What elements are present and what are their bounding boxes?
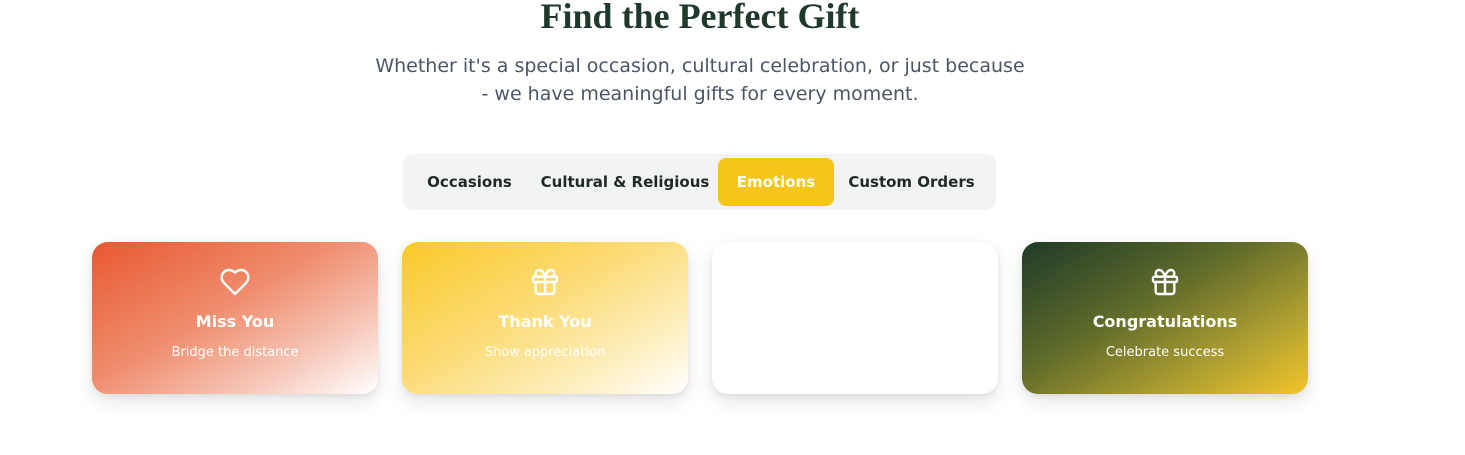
tab-emotions[interactable]: Emotions xyxy=(718,158,834,206)
card-title: Miss You xyxy=(195,312,275,331)
card-subtitle: Celebrate success xyxy=(1105,345,1225,360)
card-title: Thank You xyxy=(498,312,592,331)
gift-icon xyxy=(1149,266,1181,298)
gift-icon xyxy=(529,266,561,298)
card-congratulations[interactable]: Congratulations Celebrate success xyxy=(1022,242,1308,394)
card-title: Congratulations xyxy=(1092,312,1238,331)
category-tabs: Occasions Cultural & Religious Emotions … xyxy=(403,154,996,210)
page-title: Find the Perfect Gift xyxy=(540,0,860,36)
tab-cultural-religious[interactable]: Cultural & Religious xyxy=(532,158,718,206)
card-blank[interactable] xyxy=(712,242,998,394)
heart-icon xyxy=(219,266,251,298)
card-miss-you[interactable]: Miss You Bridge the distance xyxy=(92,242,378,394)
page-subtitle: Whether it's a special occasion, cultura… xyxy=(375,55,1025,105)
card-thank-you[interactable]: Thank You Show appreciation xyxy=(402,242,688,394)
card-subtitle: Show appreciation xyxy=(484,345,606,360)
tab-occasions[interactable]: Occasions xyxy=(407,158,532,206)
card-subtitle: Bridge the distance xyxy=(171,345,299,360)
tab-custom-orders[interactable]: Custom Orders xyxy=(834,158,989,206)
